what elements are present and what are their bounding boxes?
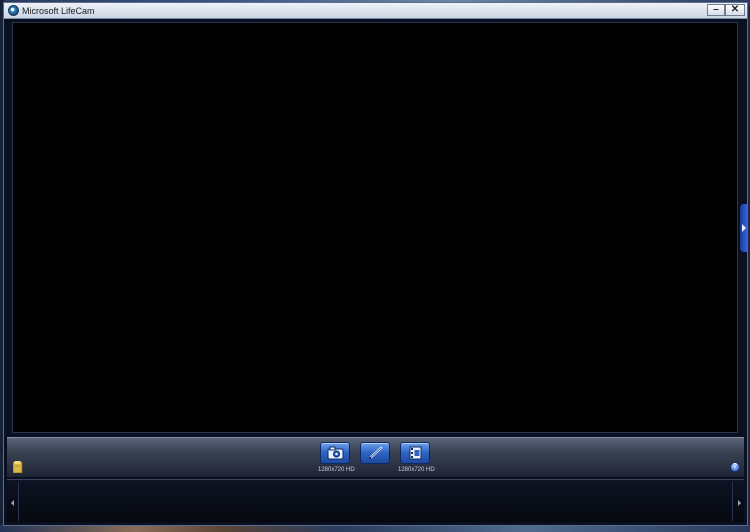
folder-icon[interactable] — [12, 460, 23, 478]
capture-toolbar: 1280x720 HD 1280x720 HD ? — [7, 437, 744, 477]
lifecam-window: Microsoft LifeCam – ✕ 1280x720 HD 1280x7… — [3, 2, 748, 526]
close-button[interactable]: ✕ — [725, 4, 745, 16]
filmstrip-divider — [732, 482, 733, 521]
chevron-right-icon — [742, 224, 746, 232]
filmstrip — [7, 479, 744, 522]
side-panel-toggle[interactable] — [740, 204, 748, 252]
camera-icon — [327, 446, 344, 460]
filmstrip-divider — [18, 482, 19, 521]
chevron-left-icon[interactable] — [11, 500, 14, 506]
help-icon[interactable]: ? — [730, 462, 740, 472]
record-video-button[interactable] — [400, 442, 430, 464]
photo-resolution-label[interactable]: 1280x720 HD — [318, 467, 355, 473]
window-title: Microsoft LifeCam — [22, 6, 95, 16]
camera-preview — [12, 22, 738, 433]
pencil-icon — [368, 446, 383, 460]
title-bar[interactable]: Microsoft LifeCam – ✕ — [4, 3, 747, 19]
video-resolution-label[interactable]: 1280x720 HD — [398, 467, 435, 473]
minimize-button[interactable]: – — [707, 4, 725, 16]
video-camera-icon — [409, 446, 422, 460]
take-photo-button[interactable] — [320, 442, 350, 464]
chevron-right-icon[interactable] — [738, 500, 741, 506]
lifecam-icon — [8, 5, 19, 16]
edit-button[interactable] — [360, 442, 390, 464]
desktop-background-bottom — [0, 525, 750, 532]
